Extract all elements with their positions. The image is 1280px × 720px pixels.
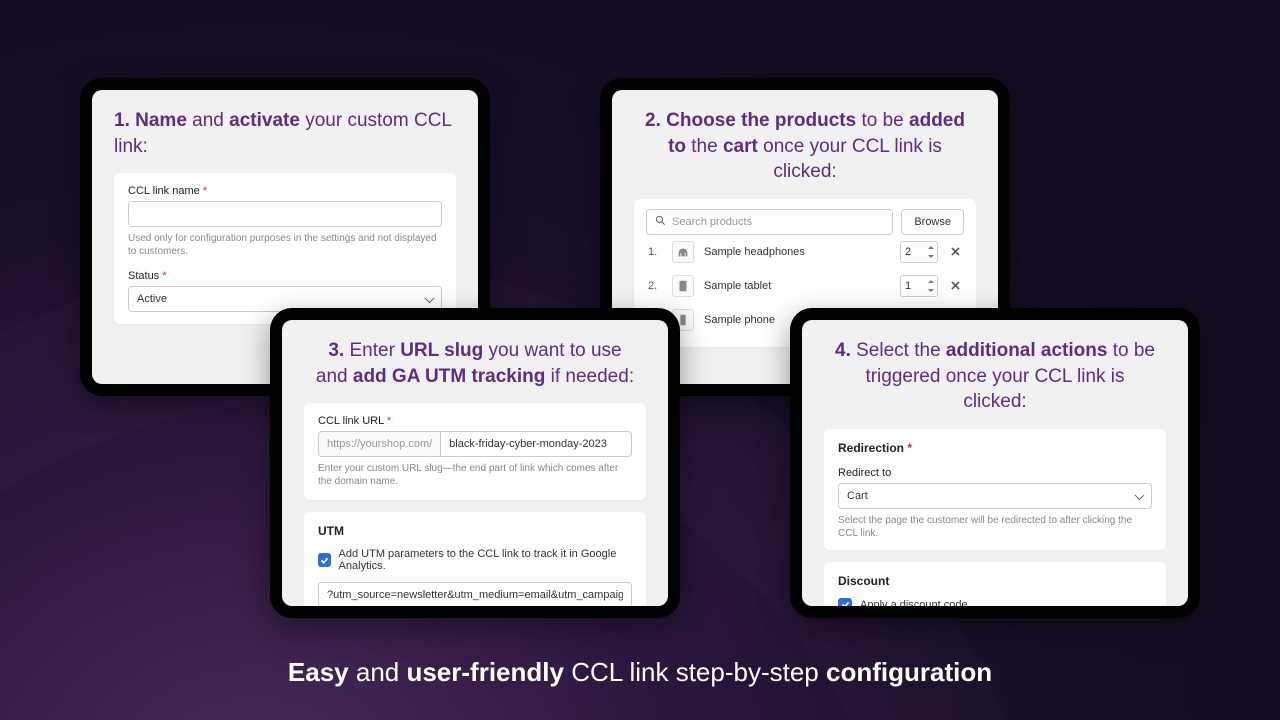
panel-4-heading: 4. Select the additional actions to be t… <box>824 338 1166 415</box>
redirect-select[interactable]: Cart <box>838 483 1152 509</box>
panel-1-heading: 1. Name and activate your custom CCL lin… <box>114 108 456 159</box>
panel-1-card: CCL link name Used only for configuratio… <box>114 173 456 324</box>
url-helper: Enter your custom URL slug—the end part … <box>318 462 632 488</box>
search-icon <box>655 215 672 229</box>
status-label: Status <box>128 270 442 282</box>
panel-3-tablet: 3. Enter URL slug you want to use and ad… <box>270 308 680 618</box>
status-value: Active <box>137 287 167 311</box>
step-number: 2. <box>645 110 661 131</box>
panel-3-screen: 3. Enter URL slug you want to use and ad… <box>282 320 668 606</box>
remove-row-button[interactable] <box>948 279 962 293</box>
redirect-helper: Select the page the customer will be red… <box>838 514 1152 540</box>
footer-tagline: Easy and user-friendly CCL link step-by-… <box>0 657 1280 688</box>
product-row: 2. Sample tablet 1 <box>646 269 964 303</box>
product-search-input[interactable]: Search products <box>646 209 893 235</box>
url-prefix: https://yourshop.com/ <box>318 431 440 457</box>
browse-button[interactable]: Browse <box>901 209 964 235</box>
ccl-name-helper: Used only for configuration purposes in … <box>128 232 442 258</box>
utm-title: UTM <box>318 524 632 538</box>
discount-title: Discount <box>838 574 1152 588</box>
product-name: Sample headphones <box>704 246 890 258</box>
step-number: 4. <box>835 340 851 361</box>
row-index: 2. <box>648 280 662 292</box>
qty-down-icon[interactable] <box>925 252 936 261</box>
qty-up-icon[interactable] <box>925 243 936 252</box>
panel-4-screen: 4. Select the additional actions to be t… <box>802 320 1188 606</box>
ccl-url-label: CCL link URL <box>318 415 632 427</box>
step-number: 1. <box>114 110 130 131</box>
redirection-card: Redirection Redirect to Cart Select the … <box>824 429 1166 550</box>
quantity-stepper[interactable]: 2 <box>900 241 938 263</box>
redirection-title: Redirection <box>838 441 1152 455</box>
panel-4-tablet: 4. Select the additional actions to be t… <box>790 308 1200 618</box>
product-name: Sample tablet <box>704 280 890 292</box>
qty-up-icon[interactable] <box>925 277 936 286</box>
panel-3-heading: 3. Enter URL slug you want to use and ad… <box>304 338 646 389</box>
utm-card: UTM Add UTM parameters to the CCL link t… <box>304 512 646 606</box>
utm-check-label: Add UTM parameters to the CCL link to tr… <box>339 548 632 572</box>
redirect-to-label: Redirect to <box>838 467 1152 479</box>
discount-check-label: Apply a discount code <box>860 599 968 606</box>
quantity-stepper[interactable]: 1 <box>900 275 938 297</box>
search-placeholder: Search products <box>672 216 752 228</box>
ccl-name-input[interactable] <box>128 201 442 227</box>
discount-card: Discount Apply a discount code BF-CM-202… <box>824 562 1166 606</box>
qty-down-icon[interactable] <box>925 286 936 295</box>
product-thumb-icon <box>672 275 694 297</box>
remove-row-button[interactable] <box>948 245 962 259</box>
panel-2-heading: 2. Choose the products to be added to th… <box>634 108 976 185</box>
url-slug-input[interactable] <box>440 431 632 457</box>
discount-checkbox[interactable] <box>838 598 852 606</box>
step-number: 3. <box>328 340 344 361</box>
utm-input[interactable] <box>318 582 632 606</box>
url-card: CCL link URL https://yourshop.com/ Enter… <box>304 403 646 500</box>
product-thumb-icon <box>672 241 694 263</box>
ccl-name-label: CCL link name <box>128 185 442 197</box>
utm-checkbox[interactable] <box>318 553 331 567</box>
product-row: 1. Sample headphones 2 <box>646 235 964 269</box>
row-index: 1. <box>648 246 662 258</box>
redirect-value: Cart <box>847 484 868 508</box>
